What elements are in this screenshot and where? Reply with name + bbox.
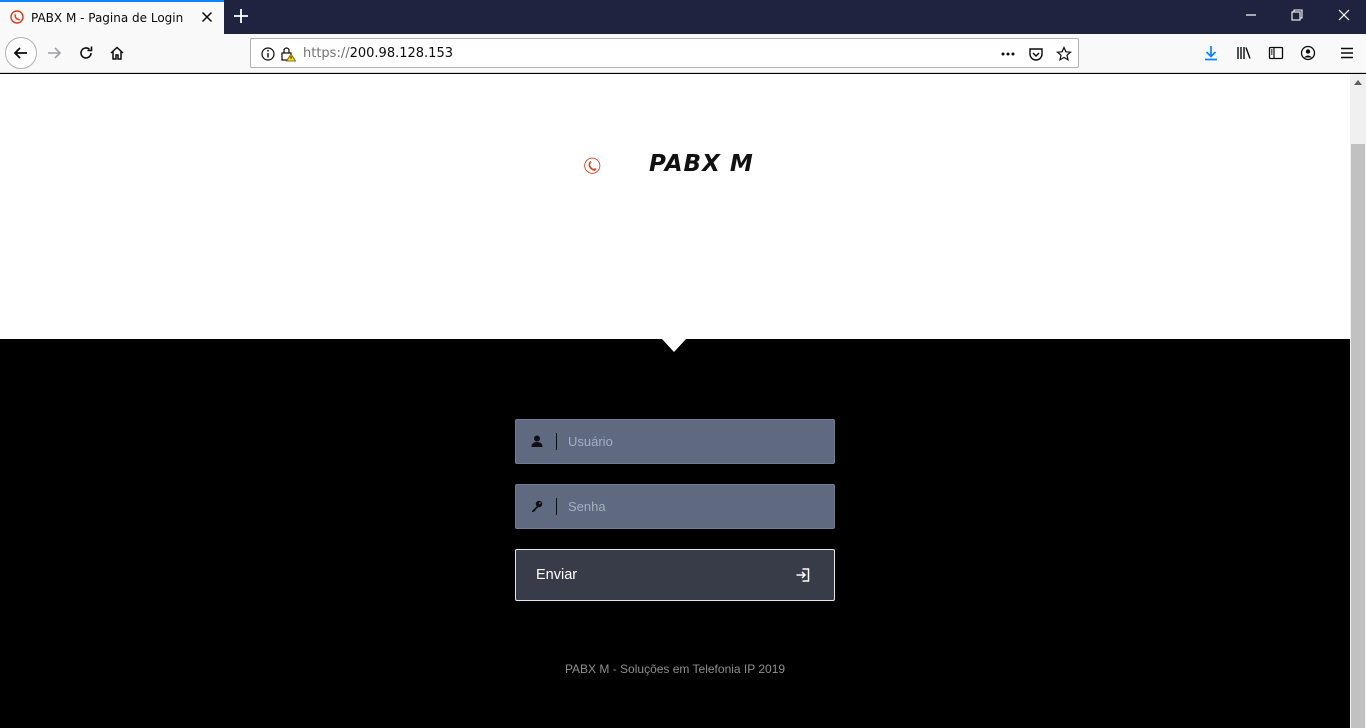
account-icon[interactable] (1300, 45, 1316, 61)
home-button[interactable] (103, 39, 131, 67)
close-tab-icon[interactable] (199, 9, 215, 25)
user-icon (531, 435, 543, 447)
info-icon[interactable] (260, 46, 276, 62)
page-scrollbar[interactable] (1350, 74, 1366, 728)
download-icon[interactable] (1203, 45, 1219, 61)
url-scheme: https:// (303, 46, 350, 61)
submit-label: Enviar (536, 567, 578, 583)
sidebar-icon[interactable] (1268, 45, 1284, 61)
restore-icon[interactable] (1290, 8, 1304, 22)
pabx-logo-phone-icon (584, 157, 601, 174)
password-input[interactable] (568, 485, 828, 528)
minimize-icon[interactable] (1244, 8, 1258, 22)
arrow-right-icon (48, 47, 62, 59)
browser-tab[interactable]: PABX M - Pagina de Login (0, 0, 224, 34)
scroll-thumb[interactable] (1351, 144, 1365, 728)
field-separator (556, 498, 557, 515)
key-icon (532, 500, 543, 512)
url-bar[interactable]: https://200.98.128.153 (250, 38, 1079, 68)
username-input[interactable] (568, 420, 828, 463)
footer-text: PABX M - Soluções em Telefonia IP 2019 (564, 662, 786, 676)
tab-title: PABX M - Pagina de Login (31, 11, 184, 25)
field-separator (556, 433, 557, 450)
password-field[interactable] (515, 484, 835, 529)
url-text: https://200.98.128.153 (303, 46, 453, 61)
home-icon (110, 46, 124, 60)
close-window-icon[interactable] (1337, 8, 1351, 22)
bookmark-star-icon[interactable] (1056, 46, 1072, 62)
forward-button[interactable] (40, 39, 68, 67)
reload-button[interactable] (72, 39, 100, 67)
username-field[interactable] (515, 419, 835, 464)
submit-button[interactable]: Enviar (515, 549, 835, 601)
more-actions-icon[interactable] (1000, 46, 1016, 62)
back-button[interactable] (5, 37, 37, 69)
browser-tab-bar: PABX M - Pagina de Login (0, 0, 1366, 34)
sign-in-icon (796, 568, 810, 582)
brand-name: PABX M (649, 151, 754, 177)
scroll-up-arrow-icon[interactable] (1354, 80, 1362, 85)
reload-icon (80, 46, 93, 59)
browser-nav-bar: https://200.98.128.153 (0, 34, 1366, 73)
library-icon[interactable] (1236, 45, 1252, 61)
header-notch (662, 339, 686, 352)
phone-favicon-icon (10, 10, 24, 24)
new-tab-icon[interactable] (232, 7, 250, 25)
url-host: 200.98.128.153 (349, 46, 453, 61)
pocket-icon[interactable] (1028, 46, 1044, 62)
hamburger-menu-icon[interactable] (1339, 45, 1355, 61)
insecure-lock-icon[interactable] (280, 46, 296, 62)
header-section (0, 74, 1350, 339)
arrow-left-icon (13, 47, 27, 59)
